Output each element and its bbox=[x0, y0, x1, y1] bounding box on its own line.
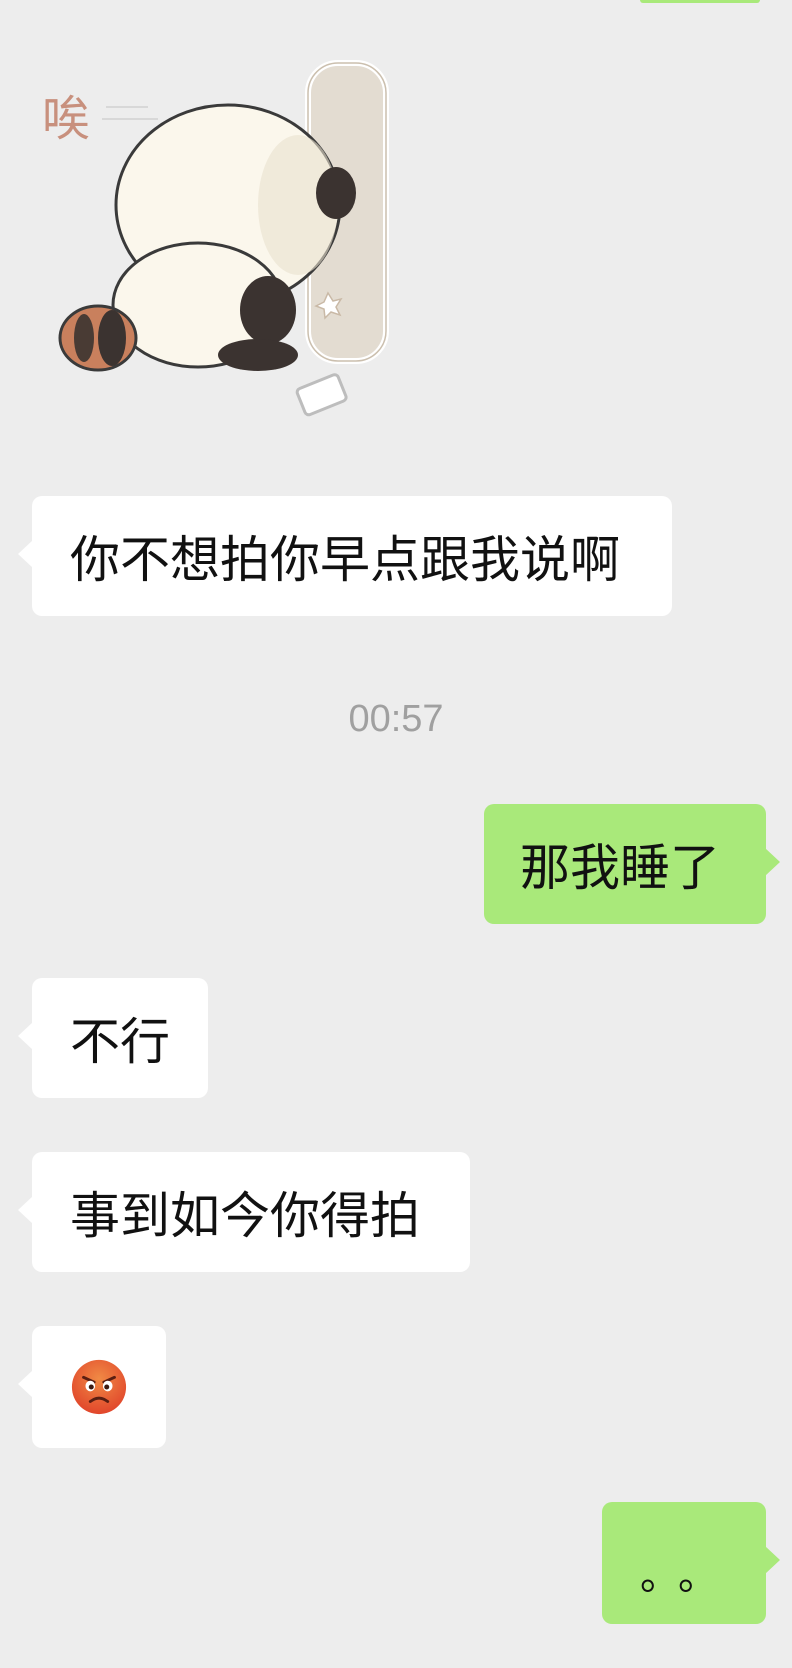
incoming-message-bubble[interactable]: 不行 bbox=[18, 978, 208, 1098]
previous-outgoing-bubble-edge bbox=[640, 0, 760, 3]
message-text: 事到如今你得拍 bbox=[70, 1187, 420, 1245]
sticker-caption: 唉 bbox=[42, 91, 90, 147]
message-text: 。。 bbox=[640, 1553, 736, 1599]
outgoing-message-bubble[interactable]: 。。 bbox=[602, 1502, 780, 1624]
incoming-message-bubble[interactable]: 你不想拍你早点跟我说啊 bbox=[18, 496, 672, 616]
message-text: 不行 bbox=[70, 1013, 170, 1071]
chat-timestamp: 00:57 bbox=[348, 698, 444, 740]
message-text: 那我睡了 bbox=[520, 839, 720, 897]
angry-face-emoji-icon bbox=[71, 1359, 127, 1415]
sticker-message[interactable]: 唉 bbox=[38, 55, 418, 455]
message-text: 你不想拍你早点跟我说啊 bbox=[70, 531, 620, 589]
outgoing-message-bubble[interactable]: 那我睡了 bbox=[484, 804, 780, 924]
incoming-emoji-bubble[interactable] bbox=[18, 1326, 166, 1448]
incoming-message-bubble[interactable]: 事到如今你得拍 bbox=[18, 1152, 470, 1272]
raccoon-sticker-icon: 唉 bbox=[42, 60, 389, 417]
